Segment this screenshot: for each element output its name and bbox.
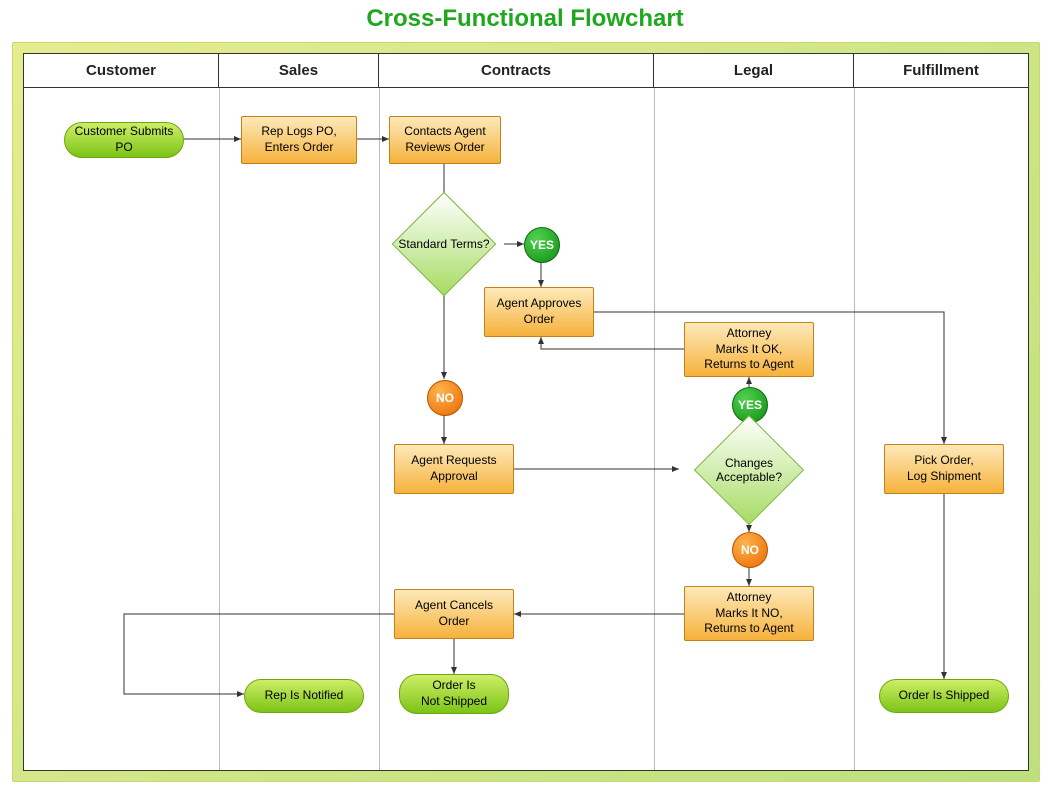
lane-header-customer: Customer bbox=[24, 54, 219, 88]
node-agent-approves-order: Agent ApprovesOrder bbox=[484, 287, 594, 337]
node-attorney-marks-no: AttorneyMarks It NO,Returns to Agent bbox=[684, 586, 814, 641]
badge-no: NO bbox=[732, 532, 768, 568]
arrows-layer bbox=[24, 54, 1028, 770]
flowchart-page: Cross-Functional Flowchart Customer Sale… bbox=[0, 0, 1050, 790]
node-agent-requests-approval: Agent RequestsApproval bbox=[394, 444, 514, 494]
chart-title: Cross-Functional Flowchart bbox=[0, 5, 1050, 33]
node-order-is-not-shipped: Order IsNot Shipped bbox=[399, 674, 509, 714]
node-customer-submits-po: Customer SubmitsPO bbox=[64, 122, 184, 158]
node-changes-acceptable-decision: ChangesAcceptable? bbox=[679, 431, 819, 509]
node-standard-terms-decision: Standard Terms? bbox=[384, 206, 504, 282]
badge-no: NO bbox=[427, 380, 463, 416]
node-rep-is-notified: Rep Is Notified bbox=[244, 679, 364, 713]
swimlanes: Customer Sales Contracts Legal Fulfillme… bbox=[24, 54, 1028, 770]
lane-header-legal: Legal bbox=[654, 54, 854, 88]
node-contacts-agent-reviews-order: Contacts AgentReviews Order bbox=[389, 116, 501, 164]
node-pick-order-log-shipment: Pick Order,Log Shipment bbox=[884, 444, 1004, 494]
decision-label: ChangesAcceptable? bbox=[679, 431, 819, 509]
decision-label: Standard Terms? bbox=[384, 206, 504, 282]
badge-yes: YES bbox=[524, 227, 560, 263]
lane-divider bbox=[654, 88, 655, 770]
chart-canvas: Customer Sales Contracts Legal Fulfillme… bbox=[23, 53, 1029, 771]
chart-frame: Customer Sales Contracts Legal Fulfillme… bbox=[12, 42, 1040, 782]
node-rep-logs-po: Rep Logs PO,Enters Order bbox=[241, 116, 357, 164]
lane-divider bbox=[854, 88, 855, 770]
lane-divider bbox=[379, 88, 380, 770]
lane-divider bbox=[219, 88, 220, 770]
node-attorney-marks-ok: AttorneyMarks It OK,Returns to Agent bbox=[684, 322, 814, 377]
lane-header-sales: Sales bbox=[219, 54, 379, 88]
node-agent-cancels-order: Agent CancelsOrder bbox=[394, 589, 514, 639]
lane-header-fulfillment: Fulfillment bbox=[854, 54, 1028, 88]
lane-header-contracts: Contracts bbox=[379, 54, 654, 88]
node-order-is-shipped: Order Is Shipped bbox=[879, 679, 1009, 713]
